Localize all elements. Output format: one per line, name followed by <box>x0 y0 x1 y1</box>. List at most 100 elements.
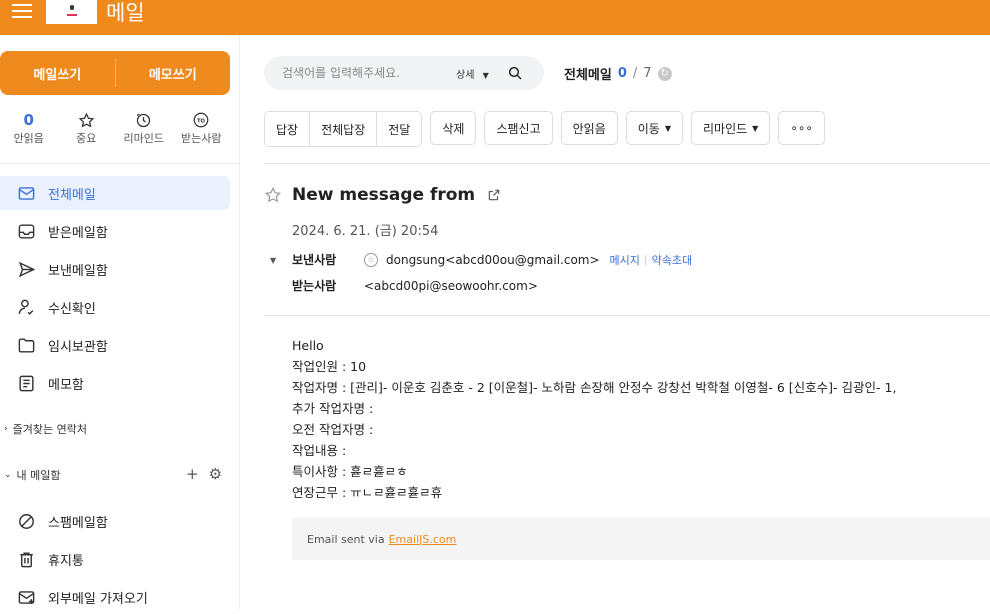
quick-unread-label: 안읽음 <box>13 132 44 145</box>
footer-text: Email sent via <box>307 532 385 546</box>
caret-down-icon: ▼ <box>482 70 489 80</box>
link-separator: | <box>643 253 648 266</box>
delete-button[interactable]: 삭제 <box>430 111 477 145</box>
invite-link[interactable]: 약속초대 <box>652 252 692 268</box>
external-link-icon[interactable] <box>487 188 501 202</box>
refresh-icon[interactable]: ↻ <box>657 66 672 81</box>
mail-icon <box>18 186 35 200</box>
body-line: 오전 작업자명 : <box>292 422 374 437</box>
company-logo[interactable] <box>46 0 97 24</box>
sidebar-item-label: 전체메일 <box>48 187 96 203</box>
quick-recipients[interactable]: TO 받는사람 <box>173 110 231 150</box>
reply-all-button[interactable]: 전체답장 <box>310 112 378 146</box>
counter-label: 전체메일 <box>564 68 612 83</box>
remind-dropdown[interactable]: 리마인드 ▼ <box>691 111 771 145</box>
star-icon[interactable] <box>264 186 282 204</box>
more-button[interactable]: ∘∘∘ <box>778 111 825 145</box>
sidebar-item-read-receipt[interactable]: 수신확인 <box>0 290 230 324</box>
sender-label: 보낸사람 <box>292 253 337 267</box>
import-mail-icon <box>18 590 35 604</box>
compose-group: 메일쓰기 메모쓰기 <box>0 51 230 95</box>
inbox-icon <box>18 223 35 239</box>
sidebar-item-label: 받은메일함 <box>48 225 108 241</box>
mail-toolbar: 답장 전체답장 전달 삭제 스팸신고 안읽음 이동 ▼ 리마인드 ▼ ∘∘∘ <box>264 111 825 147</box>
quick-unread[interactable]: 0 안읽음 <box>0 110 58 150</box>
trash-icon <box>20 551 33 567</box>
message-subject: New message from <box>292 185 476 205</box>
sender-row: 보낸사람 ☆ dongsung<abcd00ou@gmail.com> 메시지 … <box>292 251 692 268</box>
clock-icon <box>137 113 151 127</box>
mark-unread-button[interactable]: 안읽음 <box>560 111 618 145</box>
write-memo-button[interactable]: 메모쓰기 <box>116 51 231 95</box>
quick-remind-label: 리마인드 <box>123 132 164 145</box>
avatar[interactable]: ☆ <box>364 252 378 267</box>
chevron-down-icon: ⌄ <box>4 470 12 480</box>
favorites-label: 즐겨찾는 연락처 <box>12 423 87 436</box>
recipient-address[interactable]: <abcd00pi@seowoohr.com> <box>364 279 538 293</box>
move-dropdown[interactable]: 이동 ▼ <box>625 111 683 145</box>
body-line: 작업내용 : <box>292 443 347 458</box>
sidebar-item-label: 임시보관함 <box>48 339 108 355</box>
sidebar-item-inbox[interactable]: 받은메일함 <box>0 214 230 248</box>
search-detail-dropdown[interactable]: 상세 ▼ <box>456 66 489 81</box>
to-icon-text: TO <box>197 118 206 124</box>
block-icon <box>19 513 34 529</box>
mail-counter: 전체메일 0 / 7 ↻ <box>564 64 672 83</box>
forward-button[interactable]: 전달 <box>377 112 422 146</box>
message-subject-row: New message from <box>264 185 501 205</box>
sidebar-item-memo[interactable]: 메모함 <box>0 366 230 400</box>
quick-important-label: 중요 <box>76 132 97 145</box>
sidebar-item-sent[interactable]: 보낸메일함 <box>0 252 230 286</box>
my-mailbox-label: 내 메일함 <box>16 469 61 482</box>
gear-icon[interactable]: ⚙ <box>209 465 222 483</box>
remind-label: 리마인드 <box>703 121 748 136</box>
body-line: 추가 작업자명 : <box>292 401 374 416</box>
message-date: 2024. 6. 21. (금) 20:54 <box>292 224 439 239</box>
sidebar-item-all-mail[interactable]: 전체메일 <box>0 176 230 210</box>
reply-button[interactable]: 답장 <box>265 112 311 146</box>
app-title: 메일 <box>106 1 145 25</box>
quick-important[interactable]: 중요 <box>58 110 116 150</box>
body-line: Hello <box>292 338 324 353</box>
my-mailbox-section[interactable]: ⌄ 내 메일함 <box>4 467 61 483</box>
sidebar-item-label: 휴지통 <box>48 553 84 569</box>
sidebar-item-label: 스팸메일함 <box>48 515 108 531</box>
send-message-link[interactable]: 메시지 <box>610 252 640 268</box>
folder-icon <box>18 337 35 353</box>
sidebar-item-drafts[interactable]: 임시보관함 <box>0 328 230 362</box>
total-count: 7 <box>643 66 652 81</box>
quick-remind[interactable]: 리마인드 <box>115 110 173 150</box>
sidebar-item-label: 보낸메일함 <box>48 263 108 279</box>
caret-down-icon: ▼ <box>752 123 759 133</box>
emailjs-link[interactable]: EmailJS.com <box>389 533 457 546</box>
body-line: 연장근무 : ㅠㄴㄹ휻ㄹ휻ㄹ휴 <box>292 485 443 500</box>
body-line: 작업자명 : [관리]- 이운호 김춘호 - 2 [이운철]- 노하람 손장해 … <box>292 380 897 395</box>
counter-separator: / <box>632 66 638 81</box>
search-icon[interactable] <box>507 65 523 81</box>
add-mailbox-icon[interactable]: + <box>186 465 199 483</box>
top-bar: 메일 <box>0 0 990 35</box>
main-panel: 상세 ▼ 전체메일 0 / 7 ↻ 답장 전체답장 전달 삭제 스팸신고 안읽음… <box>240 35 990 609</box>
chevron-down-icon[interactable]: ▼ <box>270 256 276 265</box>
unread-count: 0 <box>23 111 34 129</box>
favorites-section[interactable]: › 즐겨찾는 연락처 <box>4 421 87 437</box>
body-line: 특이사항 : 휻ㄹ휻ㄹㅎ <box>292 464 408 479</box>
chevron-right-icon: › <box>4 424 8 434</box>
sender-address[interactable]: dongsung<abcd00ou@gmail.com> <box>386 253 600 267</box>
reply-group: 답장 전체답장 전달 <box>264 111 423 147</box>
send-icon <box>18 261 36 277</box>
toolbar-divider <box>264 163 990 164</box>
report-spam-button[interactable]: 스팸신고 <box>484 111 553 145</box>
write-mail-button[interactable]: 메일쓰기 <box>0 51 115 95</box>
caret-down-icon: ▼ <box>664 123 671 133</box>
sidebar-item-label: 메모함 <box>48 377 84 393</box>
recipient-label: 받는사람 <box>292 279 337 293</box>
search-input[interactable] <box>282 66 442 80</box>
header-divider <box>264 315 990 316</box>
move-label: 이동 <box>637 121 660 136</box>
sidebar-item-spam[interactable]: 스팸메일함 <box>0 504 230 538</box>
mailbox-tools: + ⚙ <box>186 465 222 483</box>
search-bar: 상세 ▼ <box>264 56 544 90</box>
sidebar-item-trash[interactable]: 휴지통 <box>0 542 230 576</box>
menu-icon[interactable] <box>12 4 32 20</box>
